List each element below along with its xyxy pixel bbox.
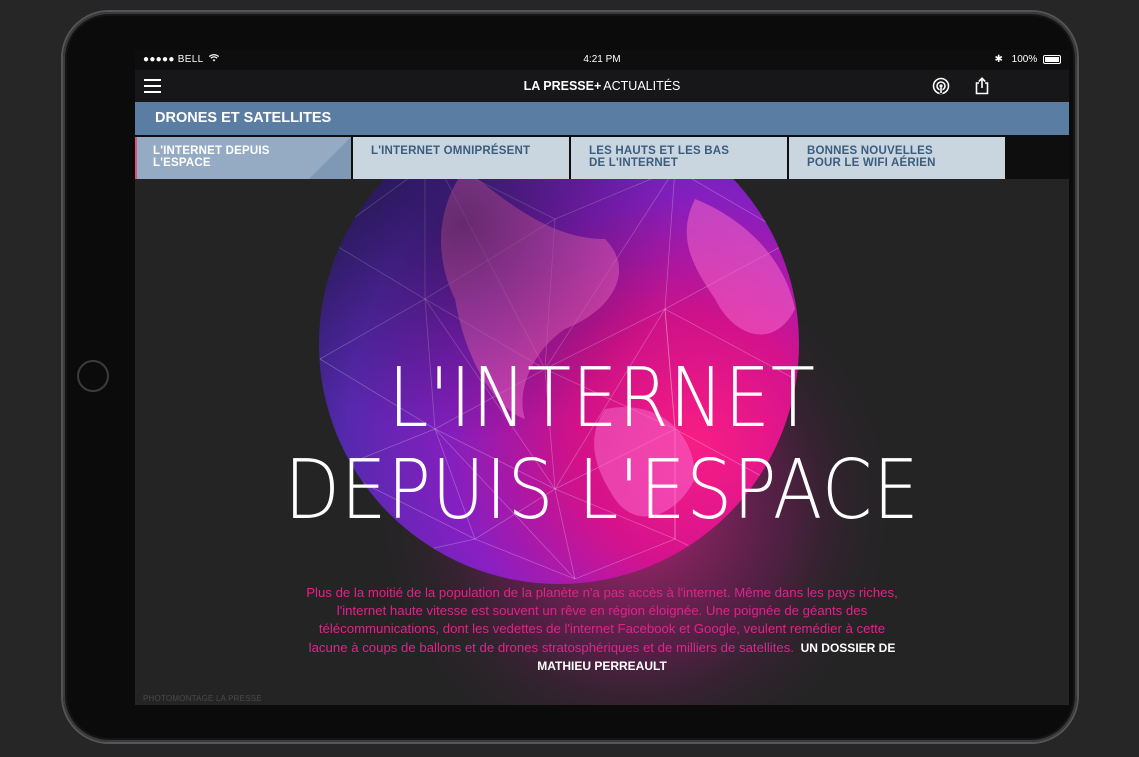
article-lede: Plus de la moitié de la population de la… [305, 584, 899, 675]
article-tabs: L'INTERNET DEPUIS L'ESPACE L'INTERNET OM… [135, 137, 1069, 179]
battery-icon [1043, 54, 1061, 64]
tab-label: LES HAUTS ET LES BAS DE L'INTERNET [589, 145, 730, 169]
section-header: DRONES ET SATELLITES [135, 102, 1069, 135]
status-bar: ●●●●● BELL 4:21 PM ✱ 100% [135, 50, 1069, 70]
tab-label: BONNES NOUVELLES POUR LE WIFI AÉRIEN [807, 145, 936, 169]
app-screen: ●●●●● BELL 4:21 PM ✱ 100% LA PRESSE+ ACTU… [135, 50, 1069, 705]
app-navbar: LA PRESSE+ ACTUALITÉS [135, 70, 1069, 102]
tab-label: L'INTERNET OMNIPRÉSENT [371, 145, 531, 157]
photo-credit: PHOTOMONTAGE LA PRESSE [143, 694, 262, 703]
bluetooth-icon: ✱ [994, 54, 1003, 65]
battery-percent: 100% [1011, 54, 1038, 65]
hero-section: L'INTERNET DEPUIS L'ESPACE Plus de la mo… [135, 179, 1069, 705]
podcast-icon[interactable] [932, 77, 950, 95]
clock: 4:21 PM [583, 54, 621, 65]
tab-internet-depuis-espace[interactable]: L'INTERNET DEPUIS L'ESPACE [135, 137, 351, 179]
share-icon[interactable] [973, 77, 991, 95]
section-name: ACTUALITÉS [603, 79, 681, 93]
battery-status: ✱ 100% [994, 50, 1061, 70]
home-button[interactable] [77, 360, 109, 392]
brand-plus: + [593, 79, 602, 93]
tab-hauts-et-bas[interactable]: LES HAUTS ET LES BAS DE L'INTERNET [571, 137, 787, 179]
hero-title-line1: L'INTERNET [388, 351, 816, 446]
hero-title: L'INTERNET DEPUIS L'ESPACE [135, 353, 1069, 537]
ipad-frame: ●●●●● BELL 4:21 PM ✱ 100% LA PRESSE+ ACTU… [63, 12, 1077, 742]
app-title: LA PRESSE+ ACTUALITÉS [135, 70, 1069, 102]
brand-name: LA PRESSE [523, 79, 594, 93]
hero-title-line2: DEPUIS L'ESPACE [284, 443, 920, 538]
tab-wifi-aerien[interactable]: BONNES NOUVELLES POUR LE WIFI AÉRIEN [789, 137, 1005, 179]
active-tab-indicator [135, 137, 137, 179]
tab-label: L'INTERNET DEPUIS L'ESPACE [153, 145, 270, 169]
tab-internet-omnipresent[interactable]: L'INTERNET OMNIPRÉSENT [353, 137, 569, 179]
